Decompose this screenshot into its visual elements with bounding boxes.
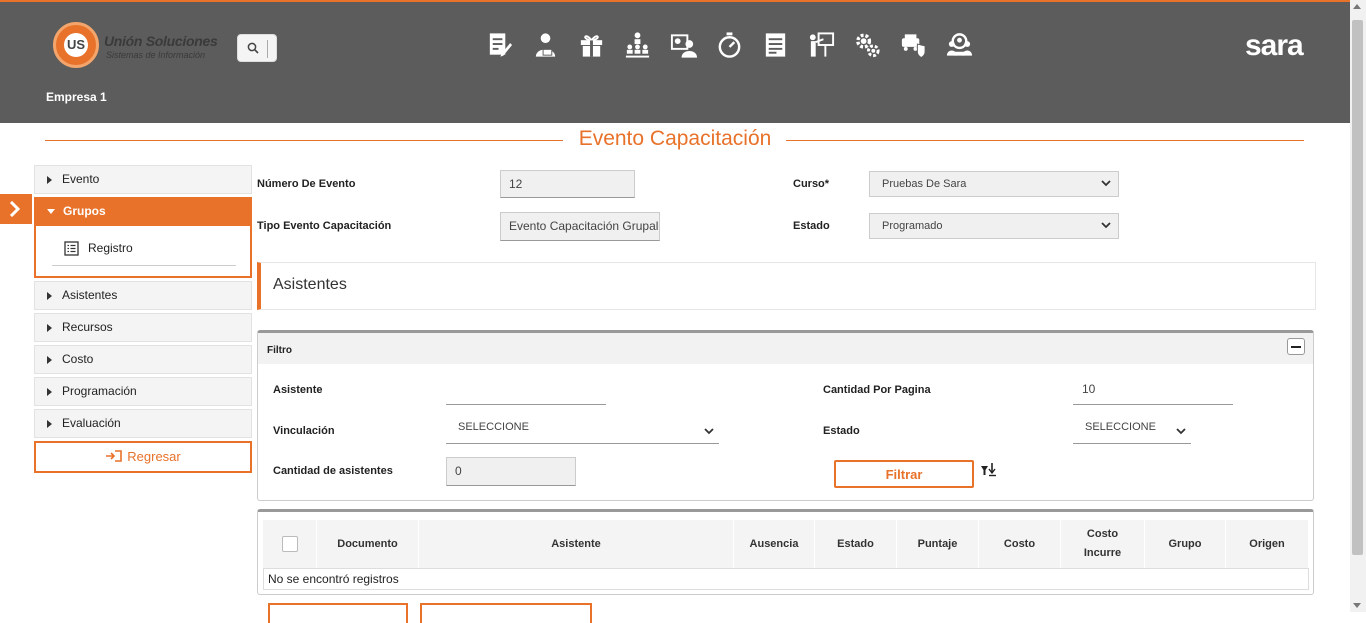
submenu-grupos: Registro <box>34 226 252 278</box>
cantidad-asistentes-label: Cantidad de asistentes <box>273 465 393 477</box>
brand-logo: sara <box>1245 29 1304 62</box>
page-title: Evento Capacitación <box>578 127 772 150</box>
search-icon <box>247 42 259 54</box>
caret-right-icon <box>47 355 52 364</box>
col-grupo[interactable]: Grupo <box>1145 520 1226 568</box>
filtro-estado-label: Estado <box>823 425 860 437</box>
sidebar-item-evaluacion[interactable]: Evaluación <box>34 409 252 438</box>
gift-icon[interactable] <box>577 30 606 60</box>
chevron-down-icon <box>1176 428 1186 435</box>
select-all-checkbox[interactable] <box>282 536 298 552</box>
col-origen[interactable]: Origen <box>1226 520 1309 568</box>
group-search-icon[interactable] <box>945 30 974 60</box>
numero-evento-field[interactable]: 12 <box>500 170 635 198</box>
tipo-evento-field[interactable]: Evento Capacitación Grupal <box>500 212 660 241</box>
numero-evento-label: Número De Evento <box>257 178 356 190</box>
curso-label: Curso* <box>793 178 830 190</box>
caret-right-icon <box>47 387 52 396</box>
vinculacion-label: Vinculación <box>273 425 335 437</box>
collapse-button[interactable] <box>1287 338 1305 355</box>
top-header: US Unión Soluciones Sistemas de Informac… <box>0 0 1350 123</box>
col-asistente[interactable]: Asistente <box>419 520 734 568</box>
sidebar-toggle[interactable] <box>0 194 32 224</box>
scroll-down-arrow[interactable] <box>1353 603 1361 608</box>
presentation-icon[interactable] <box>807 30 836 60</box>
register-list-icon <box>64 241 79 256</box>
shield-car-icon[interactable] <box>899 30 928 60</box>
back-button[interactable]: Regresar <box>34 441 252 473</box>
sidebar: Evento Grupos Registro Asistentes Recurs… <box>34 165 252 473</box>
filter-panel: Filtro <box>257 330 1314 501</box>
sidebar-item-grupos[interactable]: Grupos <box>34 197 252 226</box>
exit-arrow-icon <box>106 450 123 462</box>
estado-label: Estado <box>793 220 830 232</box>
cantidad-pagina-input[interactable]: 10 <box>1073 382 1233 405</box>
col-estado[interactable]: Estado <box>815 520 897 568</box>
asistente-input[interactable] <box>446 382 606 405</box>
company-name: Empresa 1 <box>46 90 107 104</box>
submenu-item-registro[interactable]: Registro <box>52 240 236 266</box>
estado-select[interactable]: Programado <box>869 213 1119 239</box>
col-ausencia[interactable]: Ausencia <box>734 520 815 568</box>
company-logo[interactable]: US Unión Soluciones Sistemas de Informac… <box>53 22 233 70</box>
gears-icon[interactable] <box>853 30 882 60</box>
chevron-down-icon <box>704 428 714 435</box>
filter-panel-header: Filtro <box>258 333 1313 364</box>
stopwatch-icon[interactable] <box>715 30 744 60</box>
logo-name: Unión Soluciones <box>104 33 218 49</box>
caret-down-icon <box>47 209 55 215</box>
sidebar-item-evento[interactable]: Evento <box>34 165 252 194</box>
caret-right-icon <box>47 175 52 184</box>
filter-button[interactable]: Filtrar <box>834 460 974 488</box>
col-puntaje[interactable]: Puntaje <box>897 520 979 568</box>
col-costo[interactable]: Costo <box>979 520 1061 568</box>
tipo-evento-label: Tipo Evento Capacitación <box>257 220 392 232</box>
col-costo-incurre[interactable]: Costo Incurre <box>1061 520 1145 568</box>
chevron-down-icon <box>1101 222 1111 229</box>
results-table: Documento Asistente Ausencia Estado Punt… <box>257 509 1314 595</box>
cantidad-asistentes-field[interactable]: 0 <box>446 457 576 486</box>
document-edit-icon[interactable] <box>485 30 514 60</box>
clear-filter-icon[interactable] <box>980 462 997 477</box>
person-id-icon[interactable] <box>531 30 560 60</box>
sidebar-item-programacion[interactable]: Programación <box>34 377 252 406</box>
caret-right-icon <box>47 291 52 300</box>
module-nav <box>485 30 974 60</box>
logo-badge: US <box>53 22 99 68</box>
vinculacion-select[interactable]: SELECCIONE <box>446 421 719 444</box>
caret-right-icon <box>47 323 52 332</box>
sidebar-item-costo[interactable]: Costo <box>34 345 252 374</box>
asistentes-section-header: Asistentes <box>257 262 1316 310</box>
list-document-icon[interactable] <box>761 30 790 60</box>
chevron-right-icon <box>9 201 21 217</box>
filtro-estado-select[interactable]: SELECCIONE <box>1073 421 1191 444</box>
cantidad-pagina-label: Cantidad Por Pagina <box>823 384 931 396</box>
scrollbar-thumb[interactable] <box>1352 20 1363 555</box>
empty-table-message: No se encontró registros <box>263 568 1309 590</box>
bottom-action-button-2[interactable] <box>420 603 592 623</box>
table-header: Documento Asistente Ausencia Estado Punt… <box>263 520 1309 568</box>
hierarchy-icon[interactable] <box>623 30 652 60</box>
search-button[interactable] <box>237 34 277 62</box>
people-card-icon[interactable] <box>669 30 698 60</box>
minus-icon <box>1291 346 1301 348</box>
scroll-up-arrow[interactable] <box>1353 4 1361 9</box>
sidebar-item-recursos[interactable]: Recursos <box>34 313 252 342</box>
sidebar-item-asistentes[interactable]: Asistentes <box>34 281 252 310</box>
caret-right-icon <box>47 419 52 428</box>
chevron-down-icon <box>1101 180 1111 187</box>
curso-select[interactable]: Pruebas De Sara <box>869 171 1119 197</box>
col-documento[interactable]: Documento <box>317 520 419 568</box>
bottom-action-button-1[interactable] <box>268 603 408 623</box>
asistente-label: Asistente <box>273 384 323 396</box>
logo-tagline: Sistemas de Información <box>106 50 206 60</box>
select-all-cell <box>263 520 317 568</box>
